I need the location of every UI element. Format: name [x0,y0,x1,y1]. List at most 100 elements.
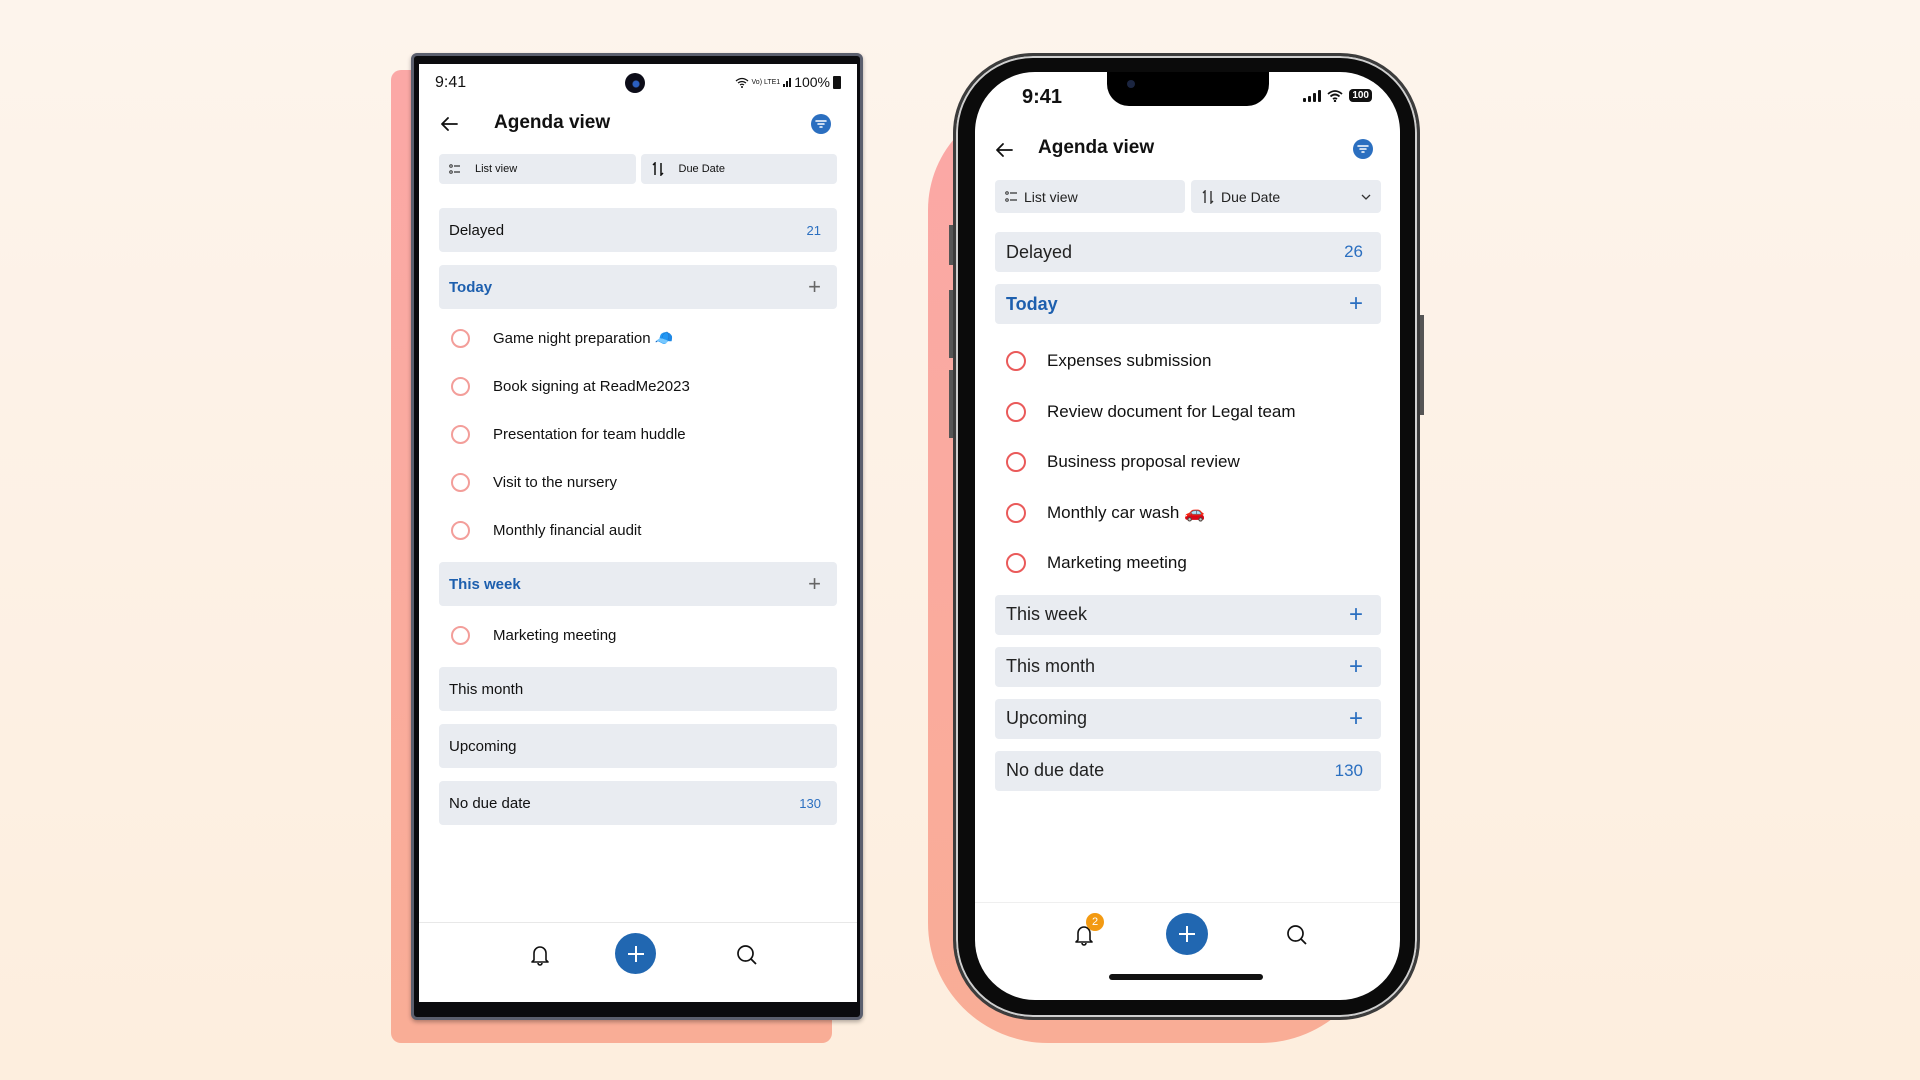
ios-bottom-nav: 2 [975,902,1400,1000]
arrow-left-icon[interactable] [437,112,461,136]
task-title: Marketing meeting [493,626,617,644]
task-item[interactable]: Review document for Legal team [995,387,1381,438]
list-icon [449,164,460,174]
filter-icon[interactable] [1353,139,1373,159]
task-title: Business proposal review [1047,452,1240,472]
task-title: Game night preparation 🧢 [493,330,674,347]
task-item[interactable]: Presentation for team huddle [439,410,837,458]
list-view-button[interactable]: List view [439,154,636,184]
section-delayed[interactable]: Delayed 21 [439,208,837,252]
sort-label: Due Date [678,163,725,175]
section-label: Upcoming [1006,708,1088,728]
section-today[interactable]: Today + [439,265,837,309]
section-count: 130 [1334,760,1363,780]
add-task-button[interactable] [1166,913,1208,955]
task-checkbox[interactable] [451,625,470,645]
task-title: Book signing at ReadMe2023 [493,377,690,395]
battery-icon: 100 [1349,89,1372,102]
battery-percent: 100% [794,74,830,90]
plus-icon[interactable]: + [1349,654,1363,679]
task-item[interactable]: Marketing meeting [995,538,1381,589]
task-title: Expenses submission [1047,351,1212,371]
section-label: Delayed [449,221,505,239]
home-indicator[interactable] [1109,974,1263,980]
section-upcoming[interactable]: Upcoming [439,724,837,768]
search-icon[interactable] [1285,923,1309,952]
list-view-button[interactable]: List view [995,180,1185,213]
task-title: Review document for Legal team [1047,401,1296,421]
plus-icon[interactable]: + [1349,292,1363,316]
sort-icon [1202,189,1214,204]
front-camera [625,73,645,93]
task-checkbox[interactable] [451,328,470,348]
task-item[interactable]: Marketing meeting [439,611,837,659]
section-label: Today [449,278,493,296]
search-icon[interactable] [735,943,759,972]
sort-label: Due Date [1221,188,1281,205]
sort-due-date-dropdown[interactable]: Due Date [1191,180,1381,213]
section-today[interactable]: Today + [995,284,1381,324]
task-checkbox[interactable] [451,472,470,492]
task-title: Presentation for team huddle [493,425,686,443]
task-item[interactable]: Book signing at ReadMe2023 [439,362,837,410]
section-no-due-date[interactable]: No due date 130 [439,781,837,825]
task-item[interactable]: Expenses submission [995,336,1381,387]
status-time: 9:41 [435,74,467,91]
plus-icon[interactable]: + [1349,602,1363,627]
task-item[interactable]: Game night preparation 🧢 [439,314,837,362]
ios-toolbar: List view Due Date [995,180,1381,213]
ios-app-header: Agenda view [975,132,1400,172]
add-icon [1179,926,1195,942]
filter-icon[interactable] [811,114,831,134]
arrow-left-icon[interactable] [992,138,1016,167]
task-item[interactable]: Monthly financial audit [439,506,837,554]
status-icons: 100 [1303,89,1372,102]
notch [1107,72,1269,106]
list-icon [1005,191,1017,202]
task-checkbox[interactable] [1006,452,1026,473]
section-this-month[interactable]: This month + [995,646,1381,687]
task-title: Marketing meeting [1047,553,1187,573]
task-checkbox[interactable] [451,424,470,444]
sort-due-date-button[interactable]: Due Date [640,154,837,184]
plus-icon[interactable]: + [808,276,821,298]
today-task-list: Game night preparation 🧢 Book signing at… [439,314,837,554]
ios-agenda-list: Delayed 26 Today + Expenses submission R… [995,232,1381,803]
task-checkbox[interactable] [1006,553,1026,574]
android-agenda-list: Delayed 21 Today + Game night preparatio… [439,208,837,838]
section-delayed[interactable]: Delayed 26 [995,232,1381,272]
task-title: Monthly car wash 🚗 [1047,502,1206,522]
android-toolbar: List view Due Date [439,154,837,184]
notification-badge: 2 [1086,913,1104,931]
plus-icon[interactable]: + [808,573,821,595]
section-this-month[interactable]: This month [439,667,837,711]
section-count: 26 [1344,242,1363,261]
task-title: Monthly financial audit [493,521,642,539]
android-app-header: Agenda view [419,106,857,146]
plus-icon[interactable]: + [1349,706,1363,731]
section-no-due-date[interactable]: No due date 130 [995,750,1381,791]
network-label: Vo) LTE1 [751,78,781,86]
front-camera [1127,80,1135,88]
task-title: Visit to the nursery [493,473,617,491]
section-label: Upcoming [449,737,517,755]
task-item[interactable]: Business proposal review [995,437,1381,488]
bell-icon[interactable] [529,943,551,972]
section-this-week[interactable]: This week + [439,562,837,606]
android-status-bar: 9:41 Vo) LTE1 100% [419,64,857,104]
task-checkbox[interactable] [1006,401,1026,422]
list-view-label: List view [475,163,518,175]
task-checkbox[interactable] [451,520,470,540]
add-task-button[interactable] [615,933,656,974]
section-label: Today [1006,293,1058,314]
task-item[interactable]: Monthly car wash 🚗 [995,488,1381,539]
section-upcoming[interactable]: Upcoming + [995,698,1381,739]
task-checkbox[interactable] [1006,502,1026,523]
list-view-label: List view [1024,188,1078,205]
task-checkbox[interactable] [1006,351,1026,372]
task-item[interactable]: Visit to the nursery [439,458,837,506]
android-screen: 9:41 Vo) LTE1 100% Agenda view List view… [419,64,857,1002]
section-this-week[interactable]: This week + [995,594,1381,635]
task-checkbox[interactable] [451,376,470,396]
add-icon [627,945,644,962]
